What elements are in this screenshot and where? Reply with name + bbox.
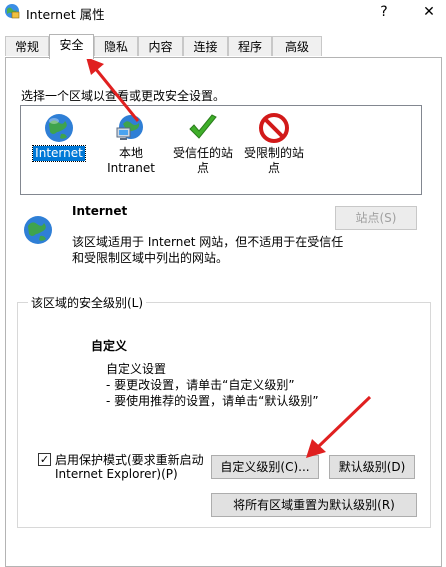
arrow-to-custom-level-button [306, 395, 372, 458]
arrow-to-security-tab [86, 57, 140, 122]
annotation-arrows [86, 57, 372, 458]
tab-security[interactable]: 安全 [49, 34, 94, 59]
